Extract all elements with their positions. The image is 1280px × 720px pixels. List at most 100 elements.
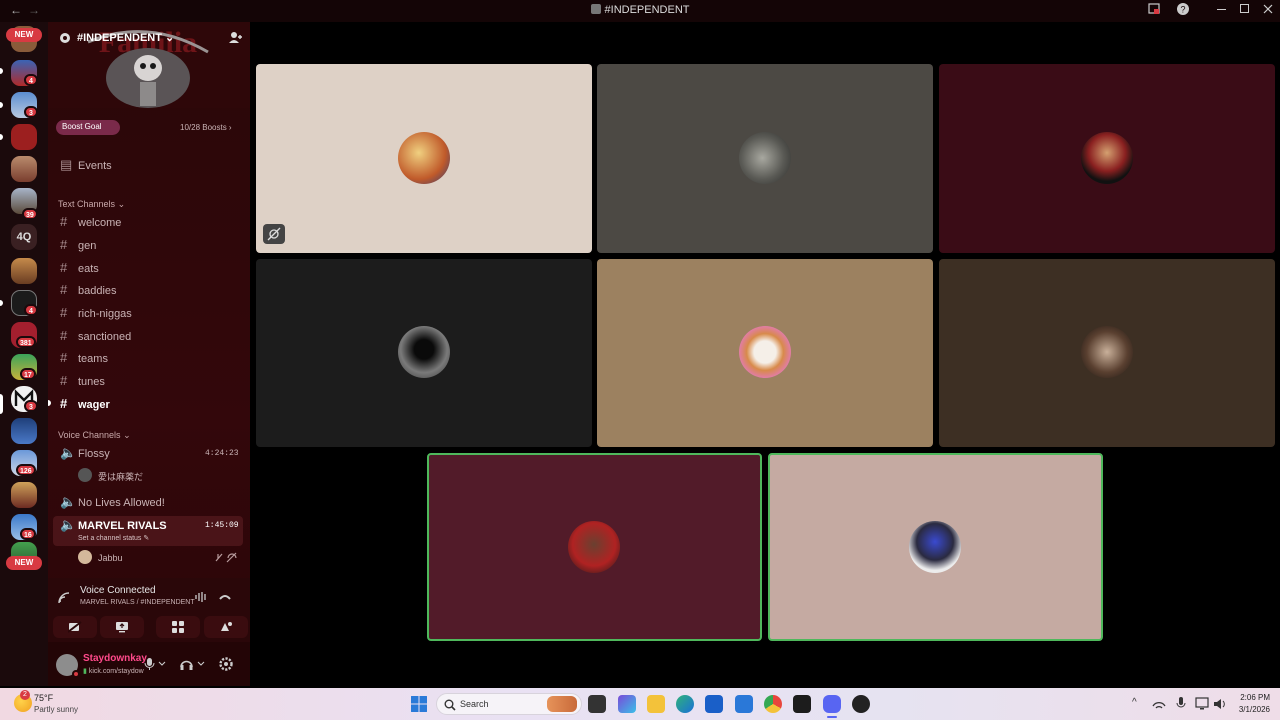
channel-sanctioned[interactable]: # sanctioned xyxy=(60,326,244,346)
channel-wager[interactable]: # wager xyxy=(60,394,244,414)
soundboard-button[interactable] xyxy=(204,616,248,638)
server-icon[interactable] xyxy=(11,258,37,284)
hash-icon: # xyxy=(60,350,68,365)
chevron-down-icon: ⌄ xyxy=(117,199,126,209)
channel-teams[interactable]: # teams xyxy=(60,348,244,368)
server-icon[interactable]: 4Q xyxy=(11,224,37,250)
mention-badge: 3 xyxy=(24,106,38,118)
voice-channel-no-lives[interactable]: 🔈 No Lives Allowed! xyxy=(60,492,244,512)
voice-channel-path[interactable]: MARVEL RIVALS / #INDEPENDENT xyxy=(80,599,195,606)
text-channels-header[interactable]: Text Channels ⌄ xyxy=(58,199,125,210)
voice-timer: 4:24:23 xyxy=(205,449,239,458)
participant-tile[interactable] xyxy=(597,64,933,253)
speaker-icon: 🔈 xyxy=(60,494,77,509)
disconnect-icon[interactable] xyxy=(218,591,232,603)
hash-icon: # xyxy=(60,373,68,388)
voice-status[interactable]: Voice Connected xyxy=(80,585,156,596)
server-icon[interactable] xyxy=(11,418,37,444)
channel-tunes[interactable]: # tunes xyxy=(60,371,244,391)
close-icon[interactable] xyxy=(1263,3,1273,18)
username[interactable]: Staydownkay xyxy=(83,653,147,664)
task-view-icon[interactable] xyxy=(588,695,606,713)
user-subtext: kick.com/staydow xyxy=(88,668,144,675)
channel-gen[interactable]: # gen xyxy=(60,235,244,255)
chevron-up-icon[interactable]: ^ xyxy=(1132,697,1137,708)
unread-pill xyxy=(0,134,3,140)
app-icon[interactable] xyxy=(793,695,811,713)
weather-desc[interactable]: Partly sunny xyxy=(34,705,78,714)
help-icon[interactable]: ? xyxy=(1177,3,1189,18)
participant-tile-speaking[interactable] xyxy=(427,453,762,641)
inbox-icon[interactable] xyxy=(1148,3,1160,18)
voice-member-name[interactable]: 愛は麻薬だ xyxy=(98,470,143,483)
camera-button[interactable] xyxy=(53,616,97,638)
speaker-icon: 🔈 xyxy=(60,517,77,532)
voice-channels-header[interactable]: Voice Channels ⌄ xyxy=(58,430,131,441)
soundboard-icon xyxy=(221,622,232,631)
discord-icon[interactable] xyxy=(823,695,841,713)
participant-tile[interactable] xyxy=(256,64,592,253)
hash-icon: # xyxy=(60,260,68,275)
microphone-icon[interactable] xyxy=(144,658,168,670)
server-icon[interactable] xyxy=(11,482,37,508)
copilot-icon[interactable] xyxy=(618,695,636,713)
participant-tile[interactable] xyxy=(939,259,1275,447)
maximize-icon[interactable] xyxy=(1240,3,1250,18)
settings-gear-icon[interactable] xyxy=(219,657,233,671)
activities-button[interactable] xyxy=(156,616,200,638)
speaker-icon: 🔈 xyxy=(60,445,77,460)
participant-tile-speaking[interactable] xyxy=(768,453,1103,641)
events-item[interactable]: ▤ Events xyxy=(60,155,244,175)
channel-rich-niggas[interactable]: # rich-niggas xyxy=(60,303,244,323)
store-icon[interactable] xyxy=(705,695,723,713)
channel-status[interactable]: Set a channel status ✎ xyxy=(78,534,149,542)
weather-temp[interactable]: 75°F xyxy=(34,693,53,703)
channel-welcome[interactable]: # welcome xyxy=(60,212,244,232)
participant-tile[interactable] xyxy=(256,259,592,447)
screen-share-icon xyxy=(116,622,128,633)
participant-tile[interactable] xyxy=(939,64,1275,253)
window-title-text: #INDEPENDENT xyxy=(604,4,690,16)
avatar[interactable] xyxy=(78,468,92,482)
server-name[interactable]: #INDEPENDENT ⌄ xyxy=(77,31,174,44)
chevron-down-icon: ⌄ xyxy=(165,32,175,44)
signal-icon[interactable] xyxy=(58,592,70,604)
channel-label: rich-niggas xyxy=(78,308,132,320)
participant-tile[interactable] xyxy=(597,259,933,447)
chrome-icon[interactable] xyxy=(764,695,782,713)
server-icon[interactable] xyxy=(11,156,37,182)
invite-user-icon[interactable] xyxy=(228,31,242,45)
voice-member-name[interactable]: Jabbu xyxy=(98,553,123,563)
boost-count[interactable]: 10/28 Boosts › xyxy=(180,123,232,132)
channel-baddies[interactable]: # baddies xyxy=(60,280,244,300)
search-box[interactable]: Search xyxy=(436,693,582,715)
mention-badge: 4 xyxy=(24,304,38,316)
kick-icon: ▮ xyxy=(83,668,87,675)
obs-icon[interactable] xyxy=(852,695,870,713)
activities-icon xyxy=(172,621,184,633)
boost-goal-bar[interactable]: Boost Goal xyxy=(56,120,120,135)
noise-suppression-icon[interactable] xyxy=(194,591,208,603)
clock-time[interactable]: 2:06 PM xyxy=(1232,693,1270,702)
minimize-icon[interactable] xyxy=(1217,3,1227,18)
clock-date[interactable]: 3/1/2026 xyxy=(1222,705,1270,714)
avatar xyxy=(739,132,791,184)
search-icon xyxy=(444,699,456,711)
display-icon[interactable] xyxy=(1195,697,1209,711)
windows-start-icon[interactable] xyxy=(410,695,428,713)
channel-eats[interactable]: # eats xyxy=(60,258,244,278)
outlook-icon[interactable] xyxy=(735,695,753,713)
microphone-tray-icon[interactable] xyxy=(1176,697,1186,711)
avatar[interactable] xyxy=(78,550,92,564)
avatar xyxy=(398,326,450,378)
hash-icon: # xyxy=(60,282,68,297)
headphones-icon[interactable] xyxy=(180,658,206,670)
file-explorer-icon[interactable] xyxy=(647,695,665,713)
new-badge: NEW xyxy=(6,28,42,42)
user-panel: Staydownkay ▮ kick.com/staydow xyxy=(48,642,250,686)
server-icon[interactable] xyxy=(11,124,37,150)
title-bar: ← → #INDEPENDENT ? xyxy=(0,0,1280,22)
network-icon[interactable] xyxy=(1152,697,1166,711)
screen-share-button[interactable] xyxy=(100,616,144,638)
edge-icon[interactable] xyxy=(676,695,694,713)
